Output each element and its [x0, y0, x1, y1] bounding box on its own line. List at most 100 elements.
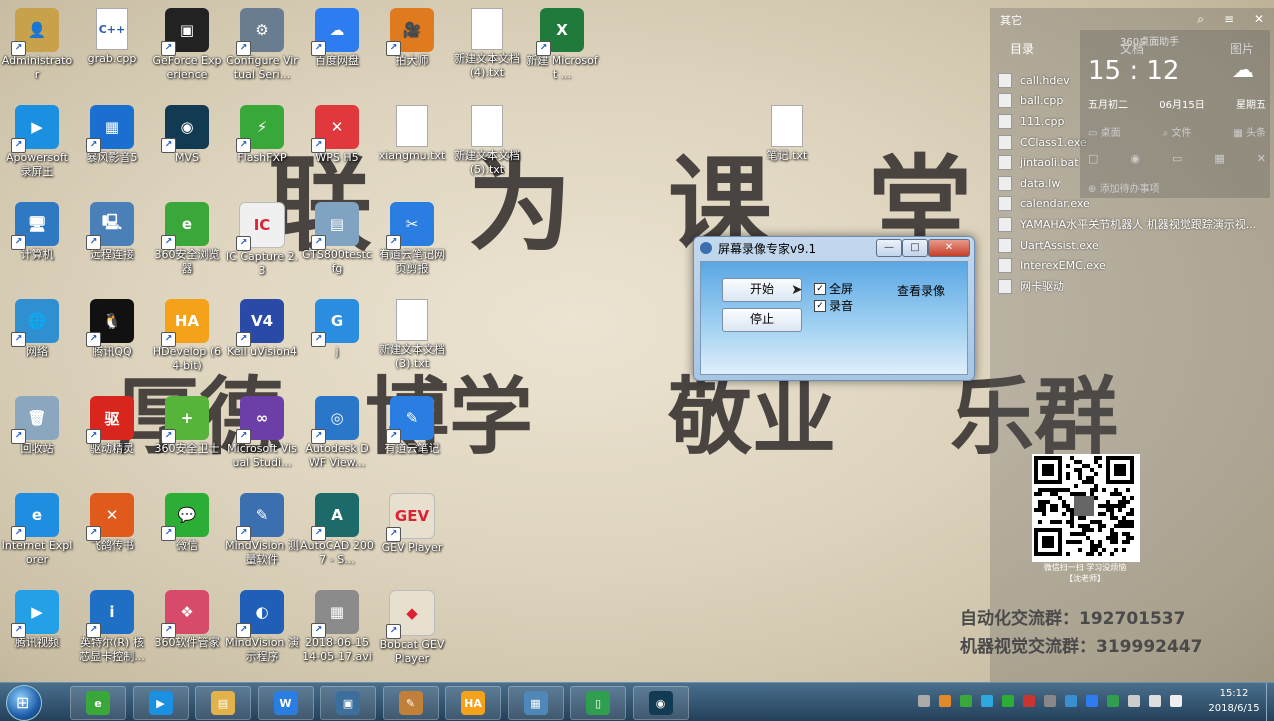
fence-menu-icon[interactable]: ≡: [1224, 12, 1234, 26]
desktop-icon[interactable]: e ↗ Internet Explorer: [0, 493, 74, 567]
tray-icon[interactable]: [918, 695, 930, 707]
desktop-icon[interactable]: xiangmu.txt: [375, 105, 449, 163]
minimize-button[interactable]: —: [876, 239, 902, 257]
taskbar-app-button[interactable]: ▤: [195, 686, 251, 720]
desktop-icon[interactable]: V4 ↗ Keil uVision4: [225, 299, 299, 359]
tray-icon[interactable]: [1107, 695, 1119, 707]
desktop-icon[interactable]: ✎ ↗ MindVision 测量软件: [225, 493, 299, 567]
desktop-icon[interactable]: ✕ ↗ WPS H5: [300, 105, 374, 165]
taskbar-app-button[interactable]: ▶: [132, 686, 189, 720]
file-icon: [998, 237, 1012, 253]
widget-add-todo[interactable]: ⊕ 添加待办事项: [1088, 180, 1160, 195]
tray-icon[interactable]: [1044, 695, 1056, 707]
taskbar-app-icon: ✎: [398, 691, 423, 715]
desktop-icon[interactable]: 💬 ↗ 微信: [150, 493, 224, 553]
desktop-icon[interactable]: ☁ ↗ 百度网盘: [300, 8, 374, 68]
desktop-icon[interactable]: IC ↗ IC Capture 2.3: [225, 202, 299, 278]
desktop-icon[interactable]: ▣ ↗ GeForce Experience: [150, 8, 224, 82]
fence-file-item[interactable]: InterexEMC.exe: [998, 255, 1268, 276]
tray-icon[interactable]: [939, 695, 951, 707]
desktop-icon[interactable]: ▦ ↗ 暴风影音5: [75, 105, 149, 165]
taskbar-app-button[interactable]: HA: [445, 686, 501, 720]
desktop-icon[interactable]: ▦ ↗ 2018-06-15 14-05-17.avi: [300, 590, 374, 664]
widget-file-button[interactable]: ⌕ 文件: [1163, 124, 1192, 139]
desktop-icon[interactable]: i ↗ 英特尔(R) 核芯显卡控制...: [75, 590, 149, 664]
taskbar-app-button[interactable]: e: [70, 686, 126, 720]
tray-icon[interactable]: [1086, 695, 1098, 707]
tray-icon[interactable]: [1002, 695, 1014, 707]
desktop-icon[interactable]: 驱 ↗ 驱动精灵: [75, 396, 149, 456]
taskbar-app-button[interactable]: ◉: [632, 686, 689, 720]
desktop-icon[interactable]: 🐧 ↗ 腾讯QQ: [75, 299, 149, 359]
widget-eye-icon[interactable]: ◉: [1130, 152, 1140, 165]
desktop-icon[interactable]: 新建文本文档 (3).txt: [375, 299, 449, 371]
desktop-icon[interactable]: ∞ ↗ Microsoft Visual Studi...: [225, 396, 299, 470]
desktop-icon[interactable]: ❖ ↗ 360软件管家: [150, 590, 224, 650]
widget-news-button[interactable]: ▦ 头条: [1233, 124, 1266, 139]
desktop-icon[interactable]: C++ grab.cpp: [75, 8, 149, 66]
fence-close-icon[interactable]: ✕: [1254, 12, 1264, 26]
start-button[interactable]: 开始: [722, 278, 802, 302]
desktop-icon[interactable]: 新建文本文档 (5).txt: [450, 105, 524, 177]
desktop-icon[interactable]: 🖥 ↗ 计算机: [0, 202, 74, 262]
desktop-icon[interactable]: ◆ ↗ Bobcat GEV Player: [375, 590, 449, 666]
widget-desktop-button[interactable]: ▭ 桌面: [1088, 124, 1121, 139]
desktop-icon[interactable]: 🖳 ↗ 远程连接: [75, 202, 149, 262]
desktop-icon[interactable]: ✎ ↗ 有道云笔记: [375, 396, 449, 456]
audio-checkbox[interactable]: ✓ 录音: [814, 297, 853, 314]
desktop-icon[interactable]: ⚡ ↗ FlashFXP: [225, 105, 299, 165]
close-button[interactable]: ✕: [928, 239, 970, 257]
tray-icon[interactable]: [1170, 695, 1182, 707]
tray-icon[interactable]: [1023, 695, 1035, 707]
desktop-icon[interactable]: ▤ ↗ GTS800testc fg: [300, 202, 374, 276]
taskbar-app-button[interactable]: ✎: [382, 686, 439, 720]
desktop-icon[interactable]: ✕ ↗ 飞鸽传书: [75, 493, 149, 553]
fence-file-item[interactable]: YAMAHA水平关节机器人 机器视觉跟踪演示视...: [998, 214, 1268, 235]
system-clock[interactable]: 15:12 2018/6/15: [1206, 686, 1262, 716]
taskbar-app-icon: ▣: [336, 691, 360, 715]
desktop-icon[interactable]: 🗑 ↗ 回收站: [0, 396, 74, 456]
desktop-icon[interactable]: 🎥 ↗ 拍大师: [375, 8, 449, 68]
desktop-icon[interactable]: ◎ ↗ Autodesk DWF View...: [300, 396, 374, 470]
taskbar-app-button[interactable]: ▣: [320, 686, 376, 720]
fence-tab-directory[interactable]: 目录: [1010, 40, 1034, 57]
widget-edit-icon[interactable]: ▭: [1172, 152, 1182, 165]
desktop-icon[interactable]: ▶ ↗ 腾讯视频: [0, 590, 74, 650]
desktop-icon[interactable]: X ↗ 新建 Microsoft ...: [525, 8, 599, 82]
fullscreen-checkbox[interactable]: ✓ 全屏: [814, 280, 853, 297]
desktop-icon[interactable]: HA ↗ HDevelop (64-bit): [150, 299, 224, 373]
widget-close-icon[interactable]: ✕: [1257, 152, 1266, 165]
maximize-button[interactable]: □: [902, 239, 928, 257]
fence-search-icon[interactable]: ⌕: [1197, 12, 1204, 27]
desktop-icon[interactable]: ▶ ↗ Apowersoft 录屏王: [0, 105, 74, 179]
desktop-icon[interactable]: A ↗ AutoCAD 2007 - S...: [300, 493, 374, 567]
widget-tool-icon[interactable]: □: [1088, 152, 1098, 165]
desktop-icon[interactable]: ✂ ↗ 有道云笔记网页剪报: [375, 202, 449, 276]
desktop-icon[interactable]: GEV ↗ GEV Player: [375, 493, 449, 555]
desktop-icon[interactable]: ⚙ ↗ Configure Virtual Seri...: [225, 8, 299, 82]
taskbar-app-button[interactable]: W: [257, 686, 314, 720]
stop-button[interactable]: 停止: [722, 308, 802, 332]
widget-grid-icon[interactable]: ▦: [1214, 152, 1224, 165]
desktop-icon[interactable]: G ↗ j: [300, 299, 374, 359]
fence-file-item[interactable]: UartAssist.exe: [998, 235, 1268, 256]
taskbar-app-button[interactable]: ▦: [507, 686, 564, 720]
tray-icon[interactable]: [1149, 695, 1161, 707]
tray-icon[interactable]: [1128, 695, 1140, 707]
desktop-icon[interactable]: 👤 ↗ Administrato r: [0, 8, 74, 82]
desktop-icon[interactable]: + ↗ 360安全卫士: [150, 396, 224, 456]
taskbar-app-button[interactable]: ▯: [570, 686, 626, 720]
tray-icon[interactable]: [1065, 695, 1077, 707]
desktop-icon[interactable]: 🌐 ↗ 网络: [0, 299, 74, 359]
desktop-icon[interactable]: e ↗ 360安全浏览器: [150, 202, 224, 276]
desktop-icon[interactable]: 笔记.txt: [750, 105, 824, 163]
tray-icon[interactable]: [960, 695, 972, 707]
desktop-icon[interactable]: ◐ ↗ MindVision 演示程序: [225, 590, 299, 664]
fence-file-item[interactable]: 网卡驱动: [998, 276, 1268, 297]
show-desktop-button[interactable]: [1266, 683, 1274, 721]
desktop-icon[interactable]: ◉ ↗ MVS: [150, 105, 224, 165]
desktop-icon[interactable]: 新建文本文档 (4).txt: [450, 8, 524, 80]
tray-icon[interactable]: [981, 695, 993, 707]
start-button-orb[interactable]: ⊞: [6, 685, 42, 721]
view-recording-link[interactable]: 查看录像: [897, 282, 945, 299]
